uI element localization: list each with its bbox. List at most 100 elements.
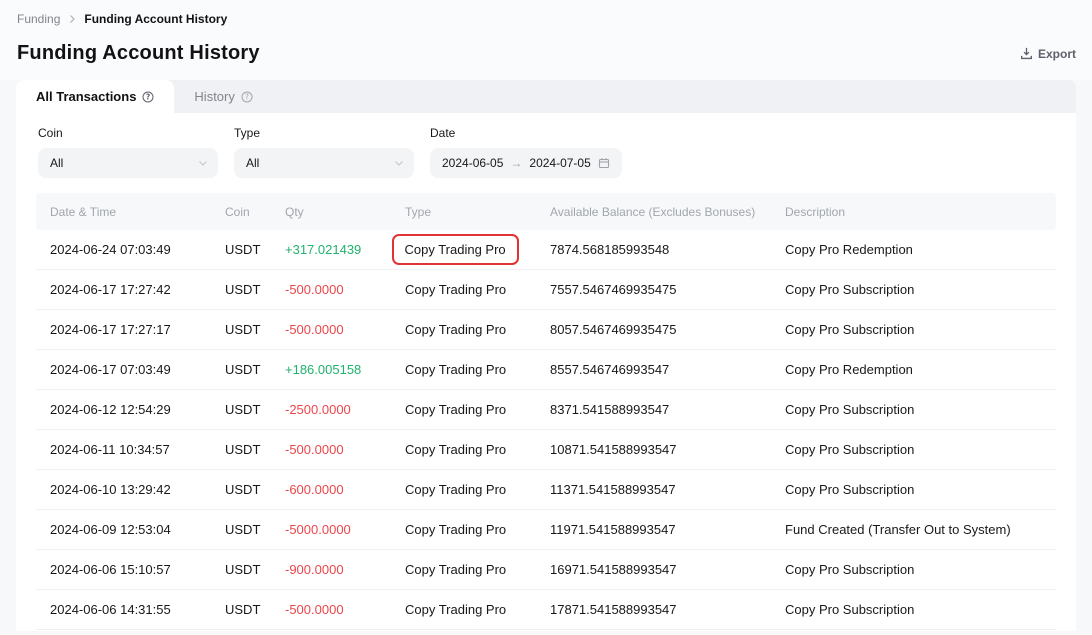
cell-coin: USDT <box>211 562 271 577</box>
annotation-highlight-box: Copy Trading Pro <box>392 234 519 265</box>
cell-datetime: 2024-06-17 17:27:17 <box>36 322 211 337</box>
svg-text:?: ? <box>245 92 249 101</box>
cell-description: Fund Created (Transfer Out to System) <box>771 522 1056 537</box>
cell-type: Copy Trading Pro <box>391 442 536 457</box>
help-icon[interactable]: ? <box>142 91 154 103</box>
cell-type: Copy Trading Pro <box>391 402 536 417</box>
column-header-type: Type <box>391 205 536 219</box>
chevron-right-icon <box>67 14 77 24</box>
cell-datetime: 2024-06-17 17:27:42 <box>36 282 211 297</box>
cell-qty: -900.0000 <box>271 562 391 577</box>
column-header-coin: Coin <box>211 205 271 219</box>
cell-coin: USDT <box>211 402 271 417</box>
cell-description: Copy Pro Redemption <box>771 362 1056 377</box>
table-row: 2024-06-06 14:31:55 USDT -500.0000 Copy … <box>36 590 1056 630</box>
cell-balance: 16971.541588993547 <box>536 562 771 577</box>
date-start-value[interactable]: 2024-06-05 <box>442 156 503 170</box>
cell-balance: 8557.546746993547 <box>536 362 771 377</box>
column-header-balance: Available Balance (Excludes Bonuses) <box>536 205 771 219</box>
chevron-down-icon <box>198 158 208 168</box>
cell-balance: 10871.541588993547 <box>536 442 771 457</box>
tab-all-transactions[interactable]: All Transactions ? <box>16 80 174 113</box>
help-icon[interactable]: ? <box>241 91 253 103</box>
type-select[interactable]: All <box>234 148 414 178</box>
cell-type: Copy Trading Pro <box>391 602 536 617</box>
cell-qty: +186.005158 <box>271 362 391 377</box>
cell-balance: 17871.541588993547 <box>536 602 771 617</box>
cell-type: Copy Trading Pro <box>391 282 536 297</box>
date-filter: Date 2024-06-05 → 2024-07-05 <box>430 126 622 178</box>
cell-type: Copy Trading Pro <box>391 362 536 377</box>
table-header-row: Date & Time Coin Qty Type Available Bala… <box>36 193 1056 230</box>
export-label: Export <box>1038 47 1076 61</box>
type-select-value: All <box>246 156 259 170</box>
transactions-table: Date & Time Coin Qty Type Available Bala… <box>36 193 1056 630</box>
cell-qty: -5000.0000 <box>271 522 391 537</box>
cell-datetime: 2024-06-06 15:10:57 <box>36 562 211 577</box>
cell-description: Copy Pro Subscription <box>771 322 1056 337</box>
page-title: Funding Account History <box>17 42 260 65</box>
coin-select-value: All <box>50 156 63 170</box>
tab-strip: All Transactions ? History ? <box>16 80 1076 113</box>
chevron-down-icon <box>394 158 404 168</box>
cell-balance: 7557.5467469935475 <box>536 282 771 297</box>
filter-bar: Coin All Type All Date <box>16 113 1076 193</box>
cell-coin: USDT <box>211 602 271 617</box>
cell-datetime: 2024-06-06 14:31:55 <box>36 602 211 617</box>
date-filter-label: Date <box>430 126 622 140</box>
content-panel: Coin All Type All Date <box>16 113 1076 631</box>
cell-balance: 11371.541588993547 <box>536 482 771 497</box>
cell-qty: -600.0000 <box>271 482 391 497</box>
cell-qty: +317.021439 <box>271 242 391 257</box>
table-row: 2024-06-10 13:29:42 USDT -600.0000 Copy … <box>36 470 1056 510</box>
table-row: 2024-06-24 07:03:49 USDT +317.021439 Cop… <box>36 230 1056 270</box>
breadcrumb-funding-link[interactable]: Funding <box>17 12 60 26</box>
breadcrumb-current: Funding Account History <box>84 12 227 26</box>
cell-datetime: 2024-06-11 10:34:57 <box>36 442 211 457</box>
cell-balance: 7874.568185993548 <box>536 242 771 257</box>
cell-description: Copy Pro Redemption <box>771 242 1056 257</box>
column-header-datetime: Date & Time <box>36 205 211 219</box>
cell-qty: -500.0000 <box>271 602 391 617</box>
cell-coin: USDT <box>211 242 271 257</box>
date-end-value[interactable]: 2024-07-05 <box>529 156 590 170</box>
cell-type: Copy Trading Pro <box>391 562 536 577</box>
cell-coin: USDT <box>211 482 271 497</box>
tab-label: History <box>194 89 234 104</box>
export-button[interactable]: Export <box>1020 47 1076 61</box>
cell-coin: USDT <box>211 362 271 377</box>
tab-history[interactable]: History ? <box>174 80 272 113</box>
table-row: 2024-06-17 17:27:17 USDT -500.0000 Copy … <box>36 310 1056 350</box>
cell-type: Copy Trading Pro <box>391 322 536 337</box>
page-header: Funding Funding Account History Funding … <box>0 0 1092 80</box>
cell-balance: 11971.541588993547 <box>536 522 771 537</box>
date-range-picker[interactable]: 2024-06-05 → 2024-07-05 <box>430 148 622 178</box>
cell-datetime: 2024-06-10 13:29:42 <box>36 482 211 497</box>
table-row: 2024-06-09 12:53:04 USDT -5000.0000 Copy… <box>36 510 1056 550</box>
cell-description: Copy Pro Subscription <box>771 482 1056 497</box>
cell-coin: USDT <box>211 442 271 457</box>
cell-balance: 8371.541588993547 <box>536 402 771 417</box>
coin-select[interactable]: All <box>38 148 218 178</box>
cell-datetime: 2024-06-12 12:54:29 <box>36 402 211 417</box>
cell-balance: 8057.5467469935475 <box>536 322 771 337</box>
cell-coin: USDT <box>211 522 271 537</box>
cell-type: Copy Trading Pro <box>391 234 536 265</box>
export-download-icon <box>1020 47 1033 60</box>
cell-qty: -2500.0000 <box>271 402 391 417</box>
breadcrumb: Funding Funding Account History <box>17 12 1076 26</box>
cell-qty: -500.0000 <box>271 442 391 457</box>
cell-type: Copy Trading Pro <box>391 522 536 537</box>
coin-filter: Coin All <box>38 126 218 178</box>
cell-description: Copy Pro Subscription <box>771 562 1056 577</box>
cell-description: Copy Pro Subscription <box>771 442 1056 457</box>
cell-description: Copy Pro Subscription <box>771 602 1056 617</box>
cell-datetime: 2024-06-24 07:03:49 <box>36 242 211 257</box>
cell-datetime: 2024-06-09 12:53:04 <box>36 522 211 537</box>
cell-description: Copy Pro Subscription <box>771 402 1056 417</box>
cell-datetime: 2024-06-17 07:03:49 <box>36 362 211 377</box>
cell-coin: USDT <box>211 282 271 297</box>
cell-type: Copy Trading Pro <box>391 482 536 497</box>
svg-text:?: ? <box>146 92 150 101</box>
column-header-qty: Qty <box>271 205 391 219</box>
